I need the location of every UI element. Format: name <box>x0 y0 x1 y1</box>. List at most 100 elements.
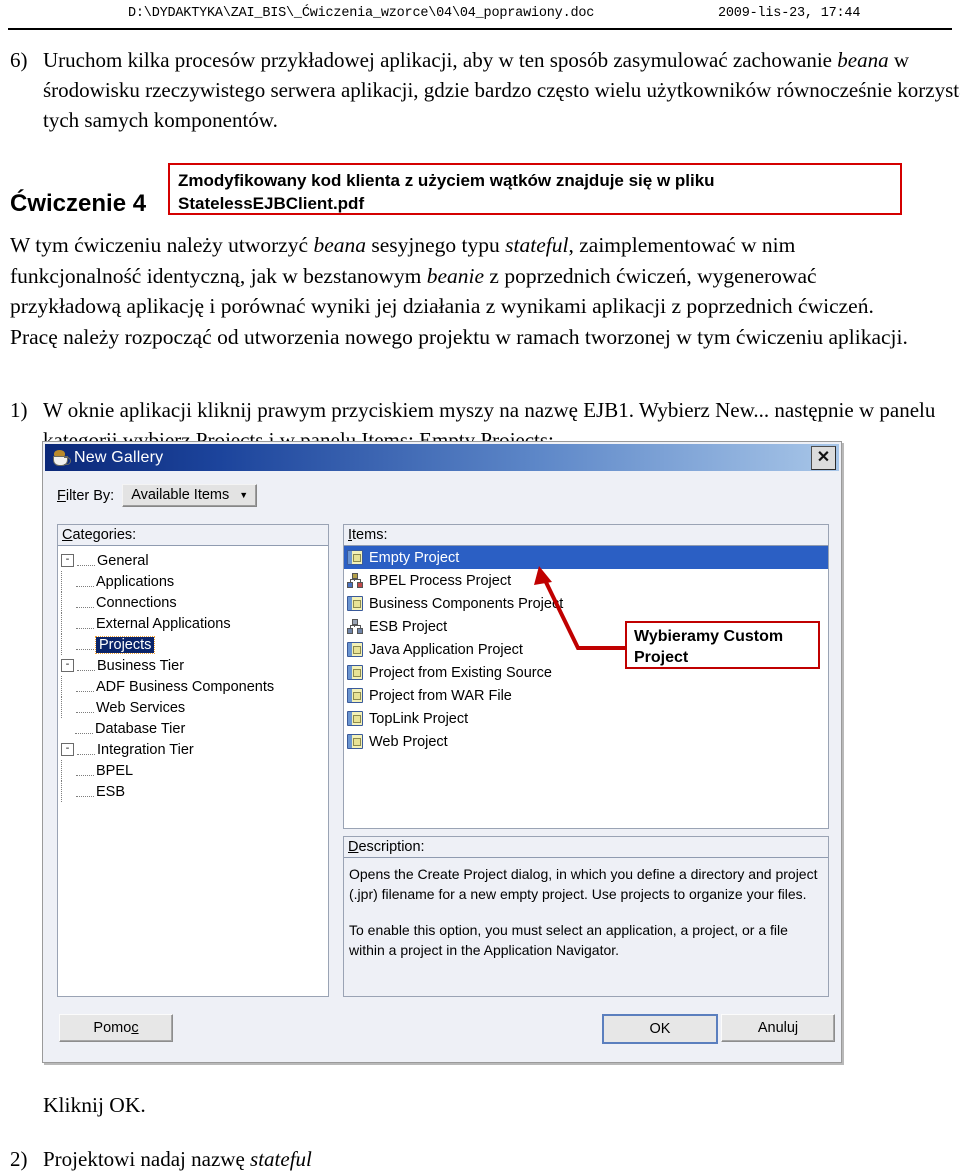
filter-by-dropdown[interactable]: Available Items ▼ <box>122 484 258 507</box>
tree-line <box>76 619 94 629</box>
tree-line <box>61 760 73 781</box>
tree-line <box>76 787 94 797</box>
filter-label-rest: ilter By: <box>65 487 115 504</box>
categories-label-mnemonic: C <box>62 527 73 543</box>
category-item-database-tier[interactable]: Database Tier <box>61 718 328 739</box>
tree-line <box>76 640 94 650</box>
tree-line <box>77 556 95 566</box>
categories-label: Categories: <box>58 525 328 546</box>
help-button-label-pre: Pomo <box>93 1020 132 1036</box>
category-item-business-tier[interactable]: - Business Tier <box>61 655 328 676</box>
hierarchy-grey-icon <box>347 619 363 634</box>
category-item-external-applications[interactable]: External Applications <box>61 613 328 634</box>
list-item-label: Business Components Project <box>369 595 564 612</box>
filter-by-label: Filter By: <box>57 488 114 504</box>
tree-line <box>76 766 94 776</box>
category-item-label: ESB <box>96 783 126 800</box>
dialog-titlebar[interactable]: New Gallery ✕ <box>45 444 839 471</box>
folder-icon <box>347 734 363 749</box>
note-box-modified-client-code: Zmodyfikowany kod klienta z użyciem wątk… <box>168 163 902 215</box>
list-item[interactable]: BPEL Process Project <box>344 569 828 592</box>
note-box-line2: StatelessEJBClient.pdf <box>178 194 365 213</box>
category-item-connections[interactable]: Connections <box>61 592 328 613</box>
list-item-label: Empty Project <box>369 549 460 566</box>
list-item-6: 6) Uruchom kilka procesów przykładowej a… <box>0 45 960 135</box>
category-item-projects[interactable]: Projects <box>61 634 328 655</box>
category-item-label: Business Tier <box>97 657 185 674</box>
category-item-label: BPEL <box>96 762 134 779</box>
list-item-6-marker: 6) <box>10 48 28 72</box>
description-label: Description: <box>344 837 828 858</box>
list-item-label: Project from Existing Source <box>369 664 552 681</box>
category-item-applications[interactable]: Applications <box>61 571 328 592</box>
tree-line <box>76 577 94 587</box>
list-item[interactable]: Business Components Project <box>344 592 828 615</box>
category-item-label: Web Services <box>96 699 186 716</box>
cancel-button[interactable]: Anuluj <box>721 1014 835 1042</box>
category-item-integration-tier[interactable]: - Integration Tier <box>61 739 328 760</box>
annotation-line1: Wybieramy Custom <box>634 628 784 645</box>
tree-line <box>61 634 73 655</box>
help-button-mnemonic: c <box>131 1020 139 1036</box>
category-item-label: Integration Tier <box>97 741 194 758</box>
dialog-title: New Gallery <box>74 448 164 466</box>
java-cup-icon <box>50 448 71 468</box>
categories-tree[interactable]: - General Applications Connections External … <box>58 546 328 802</box>
help-button[interactable]: Pomoc <box>59 1014 173 1042</box>
list-item-label: Web Project <box>369 733 448 750</box>
category-item-general[interactable]: - General <box>61 550 328 571</box>
list-item-label: TopLink Project <box>369 710 469 727</box>
tree-line <box>61 571 73 592</box>
category-item-bpel[interactable]: BPEL <box>61 760 328 781</box>
tree-collapse-icon[interactable]: - <box>61 554 74 567</box>
category-item-label: Database Tier <box>95 720 186 737</box>
dialog-button-bar: Pomoc OK Anuluj <box>45 1006 839 1058</box>
tree-collapse-icon[interactable]: - <box>61 659 74 672</box>
description-label-rest: escription: <box>358 839 425 855</box>
header-file-path: D:\DYDAKTYKA\ZAI_BIS\_Ćwiczenia_wzorce\0… <box>128 6 595 21</box>
tree-line <box>61 781 73 802</box>
tree-line <box>61 676 73 697</box>
header-divider <box>8 28 952 30</box>
tree-collapse-icon[interactable]: - <box>61 743 74 756</box>
list-item[interactable]: Web Project <box>344 730 828 753</box>
list-item[interactable]: Empty Project <box>344 546 828 569</box>
description-paragraph-1: Opens the Create Project dialog, in whic… <box>349 866 818 902</box>
note-box-line1: Zmodyfikowany kod klienta z użyciem wątk… <box>178 171 715 190</box>
tree-line <box>61 613 73 634</box>
new-gallery-dialog: New Gallery ✕ Filter By: Available Items… <box>42 441 842 1063</box>
para-part1: W tym ćwiczeniu należy utworzyć <box>10 233 314 257</box>
category-item-esb[interactable]: ESB <box>61 781 328 802</box>
description-label-mnemonic: D <box>348 839 359 855</box>
list-item[interactable]: TopLink Project <box>344 707 828 730</box>
filter-by-value: Available Items <box>131 487 230 503</box>
category-item-web-services[interactable]: Web Services <box>61 697 328 718</box>
category-item-label: ADF Business Components <box>96 678 275 695</box>
annotation-line2: Project <box>634 649 689 666</box>
categories-label-rest: ategories: <box>72 527 137 543</box>
items-label: Items: <box>344 525 828 546</box>
exercise-heading: Ćwiczenie 4 <box>10 190 147 217</box>
close-icon[interactable]: ✕ <box>811 446 836 470</box>
list-item-6-italic: beana <box>837 48 889 72</box>
category-item-adf-business-components[interactable]: ADF Business Components <box>61 676 328 697</box>
tree-line <box>61 697 73 718</box>
tree-line <box>76 598 94 608</box>
description-panel: Description: Opens the Create Project di… <box>343 836 829 997</box>
chevron-down-icon: ▼ <box>239 489 249 500</box>
category-item-label: Applications <box>96 573 175 590</box>
para-part2: sesyjnego typu <box>366 233 506 257</box>
ok-button[interactable]: OK <box>602 1014 718 1044</box>
category-item-label: External Applications <box>96 615 231 632</box>
filter-row: Filter By: Available Items ▼ <box>57 484 258 507</box>
para-italic-stateful: stateful <box>505 233 569 257</box>
list-item-label: Java Application Project <box>369 641 523 658</box>
category-item-label: Connections <box>96 594 177 611</box>
folder-icon <box>347 596 363 611</box>
categories-panel: Categories: - General Applications Connecti… <box>57 524 329 997</box>
list-item-2-italic: stateful <box>250 1147 312 1171</box>
list-item[interactable]: Project from WAR File <box>344 684 828 707</box>
list-item-label: BPEL Process Project <box>369 572 512 589</box>
description-paragraph-2: To enable this option, you must select a… <box>349 922 788 958</box>
items-label-rest: tems: <box>352 527 388 543</box>
